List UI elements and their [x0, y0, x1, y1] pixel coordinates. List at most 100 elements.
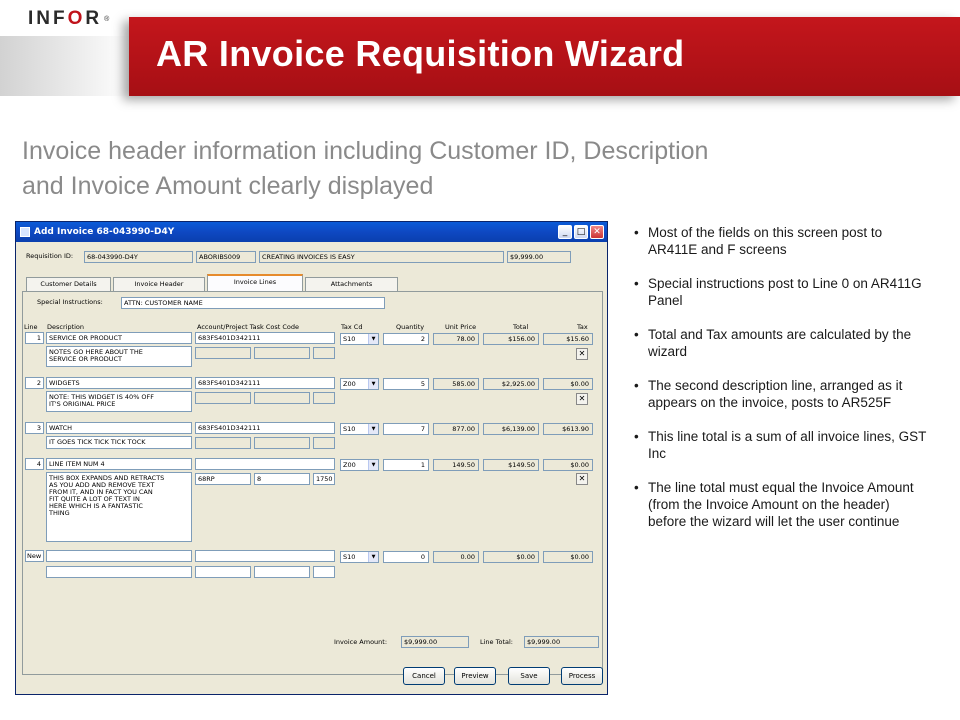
quantity-input[interactable]: 7 [383, 423, 429, 435]
add-invoice-window: Add Invoice 68-043990-D4Y _ □ ✕ Requisit… [15, 221, 608, 695]
bullet-item: This line total is a sum of all invoice … [628, 428, 928, 462]
new-task-input[interactable] [254, 566, 310, 578]
line-total-field: $2,925.00 [483, 378, 539, 390]
quantity-input[interactable]: 1 [383, 459, 429, 471]
line-description-input[interactable]: LINE ITEM NUM 4 [46, 458, 192, 470]
new-quantity-input[interactable]: 0 [383, 551, 429, 563]
quantity-input[interactable]: 5 [383, 378, 429, 390]
new-cost-code-input[interactable] [313, 566, 335, 578]
account-input[interactable]: 683FS401D342111 [195, 422, 335, 434]
tab-invoice-lines[interactable]: Invoice Lines [207, 274, 303, 292]
slide-subtitle: Invoice header information including Cus… [22, 134, 922, 204]
bullet-list: Most of the fields on this screen post t… [628, 224, 928, 547]
account-input[interactable]: 683FS401D342111 [195, 332, 335, 344]
chevron-down-icon: ▼ [368, 334, 378, 344]
line-tax-field: $0.00 [543, 459, 593, 471]
line-number: 3 [25, 422, 44, 434]
line-notes-textarea[interactable]: IT GOES TICK TICK TICK TOCK [46, 436, 192, 449]
line-notes-textarea[interactable]: NOTE: THIS WIDGET IS 40% OFF IT'S ORIGIN… [46, 391, 192, 412]
chevron-down-icon: ▼ [368, 460, 378, 470]
new-account-input[interactable] [195, 550, 335, 562]
col-total: Total [513, 323, 529, 331]
line-notes-textarea[interactable]: NOTES GO HERE ABOUT THE SERVICE OR PRODU… [46, 346, 192, 367]
task-input[interactable]: 8 [254, 473, 310, 485]
cost-code-input[interactable] [313, 392, 335, 404]
account-input[interactable]: 683FS401D342111 [195, 377, 335, 389]
line-number: 2 [25, 377, 44, 389]
tax-code-value: S10 [343, 335, 356, 343]
window-titlebar[interactable]: Add Invoice 68-043990-D4Y [16, 222, 607, 242]
quantity-input[interactable]: 2 [383, 333, 429, 345]
slide-title: AR Invoice Requisition Wizard [156, 33, 685, 74]
line-total-sum-field: $9,999.00 [524, 636, 599, 648]
title-band: AR Invoice Requisition Wizard [129, 17, 960, 96]
new-project-input[interactable] [195, 566, 251, 578]
new-tax-code-select[interactable]: S10 ▼ [340, 551, 379, 563]
task-input[interactable] [254, 347, 310, 359]
project-input[interactable] [195, 392, 251, 404]
cost-code-input[interactable] [313, 437, 335, 449]
new-line-label: New [25, 550, 44, 562]
line-total-field: $156.00 [483, 333, 539, 345]
close-button[interactable]: ✕ [590, 225, 604, 239]
chevron-down-icon: ▼ [368, 424, 378, 434]
tab-invoice-header[interactable]: Invoice Header [113, 277, 205, 291]
project-input[interactable]: 68RP [195, 473, 251, 485]
tax-code-select[interactable]: S10 ▼ [340, 333, 379, 345]
line-notes-textarea[interactable]: THIS BOX EXPANDS AND RETRACTS AS YOU ADD… [46, 472, 192, 542]
line-tax-field: $613.90 [543, 423, 593, 435]
line-description-input[interactable]: WATCH [46, 422, 192, 434]
maximize-button[interactable]: □ [574, 225, 588, 239]
bullet-item: Total and Tax amounts are calculated by … [628, 326, 928, 360]
tax-code-value: S10 [343, 425, 356, 433]
cost-code-input[interactable]: 1750 [313, 473, 335, 485]
customer-id-field: ABORIBS009 [196, 251, 256, 263]
bullet-item: Most of the fields on this screen post t… [628, 224, 928, 258]
delete-line-icon[interactable]: ✕ [576, 393, 588, 405]
bullet-item: The line total must equal the Invoice Am… [628, 479, 928, 530]
line-number: 4 [25, 458, 44, 470]
delete-line-icon[interactable]: ✕ [576, 473, 588, 485]
tab-attachments[interactable]: Attachments [305, 277, 398, 291]
col-unit-price: Unit Price [445, 323, 477, 331]
line-description-input[interactable]: SERVICE OR PRODUCT [46, 332, 192, 344]
logo-trademark: ® [104, 15, 110, 23]
new-total-field: $0.00 [483, 551, 539, 563]
cost-code-input[interactable] [313, 347, 335, 359]
description-field: CREATING INVOICES IS EASY [259, 251, 504, 263]
delete-line-icon[interactable]: ✕ [576, 348, 588, 360]
logo-text: INF [28, 8, 68, 29]
task-input[interactable] [254, 392, 310, 404]
project-input[interactable] [195, 437, 251, 449]
header-side-band [0, 36, 130, 96]
col-tax-cd: Tax Cd [341, 323, 363, 331]
tax-code-select[interactable]: Z00 ▼ [340, 378, 379, 390]
tax-code-value: Z00 [343, 461, 356, 469]
amount-field: $9,999.00 [507, 251, 571, 263]
new-description-input[interactable] [46, 550, 192, 562]
col-description: Description [47, 323, 85, 331]
cancel-button[interactable]: Cancel [403, 667, 445, 685]
tab-customer-details[interactable]: Customer Details [26, 277, 111, 291]
minimize-button[interactable]: _ [558, 225, 572, 239]
line-total-label: Line Total: [480, 638, 513, 646]
save-button[interactable]: Save [508, 667, 550, 685]
invoice-amount-label: Invoice Amount: [334, 638, 388, 646]
tax-code-select[interactable]: Z00 ▼ [340, 459, 379, 471]
special-instructions-input[interactable]: ATTN: CUSTOMER NAME [121, 297, 385, 309]
task-input[interactable] [254, 437, 310, 449]
process-button[interactable]: Process [561, 667, 603, 685]
line-description-input[interactable]: WIDGETS [46, 377, 192, 389]
account-input[interactable] [195, 458, 335, 470]
logo-tail: R [85, 8, 103, 29]
requisition-label: Requisition ID: [26, 252, 74, 260]
project-input[interactable] [195, 347, 251, 359]
invoice-amount-field: $9,999.00 [401, 636, 469, 648]
preview-button[interactable]: Preview [454, 667, 496, 685]
col-tax: Tax [577, 323, 588, 331]
requisition-id-field: 68-043990-D4Y [84, 251, 193, 263]
tax-code-select[interactable]: S10 ▼ [340, 423, 379, 435]
app-icon [20, 227, 30, 237]
subtitle-line-2: and Invoice Amount clearly displayed [22, 172, 434, 200]
new-notes-input[interactable] [46, 566, 192, 578]
